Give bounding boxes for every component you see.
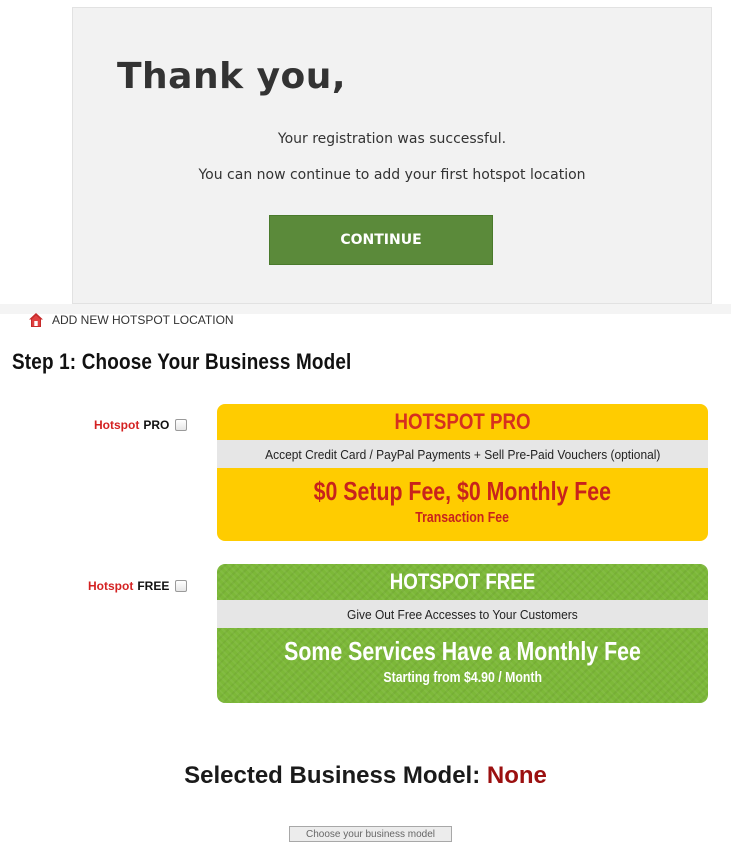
thank-you-heading: Thank you, [117,56,347,97]
free-panel-subtitle-text: Starting from $4.90 / Month [383,669,542,686]
option-free-checkbox[interactable] [175,580,188,592]
option-pro-label[interactable]: Hotspot PRO [94,418,188,432]
selected-model-label: Selected Business Model: [184,762,481,789]
step-title: Step 1: Choose Your Business Model [12,349,352,374]
option-pro-label-red: Hotspot [94,418,140,432]
pro-panel-description-text: Accept Credit Card / PayPal Payments + S… [264,446,661,462]
pro-panel-subtitle-text: Transaction Fee [415,509,510,526]
free-panel-fees-text: Some Services Have a Monthly Fee [284,636,641,666]
option-pro-checkbox[interactable] [175,419,188,431]
free-panel-description-text: Give Out Free Accesses to Your Customers [347,606,578,622]
home-icon [28,312,44,328]
selected-business-model: Selected Business Model: None [0,762,731,790]
add-hotspot-label: ADD NEW HOTSPOT LOCATION [52,313,234,327]
continue-instruction: You can now continue to add your first h… [198,167,586,183]
success-message: Your registration was successful. [277,131,507,147]
selected-model-value: None [486,762,547,789]
free-panel-subtitle: Starting from $4.90 / Month [217,669,708,686]
hotspot-free-panel[interactable]: HOTSPOT FREE Give Out Free Accesses to Y… [217,564,708,703]
pro-panel-fees: $0 Setup Fee, $0 Monthly Fee [217,476,708,507]
pro-panel-fees-text: $0 Setup Fee, $0 Monthly Fee [313,476,612,506]
option-free-label-red: Hotspot [88,579,134,593]
option-free-label[interactable]: Hotspot FREE [88,579,188,593]
hotspot-pro-panel[interactable]: HOTSPOT PRO Accept Credit Card / PayPal … [217,404,708,541]
free-panel-description: Give Out Free Accesses to Your Customers [217,600,708,628]
free-panel-fees: Some Services Have a Monthly Fee [217,636,708,667]
pro-panel-subtitle: Transaction Fee [217,509,708,526]
choose-business-model-button[interactable]: Choose your business model [289,826,452,842]
add-hotspot-header: ADD NEW HOTSPOT LOCATION [28,311,234,329]
option-pro-label-dark: PRO [143,418,170,432]
registration-success-card: Thank you, Your registration was success… [72,7,712,304]
pro-panel-description: Accept Credit Card / PayPal Payments + S… [217,440,708,468]
option-free-label-dark: FREE [137,579,170,593]
free-panel-title: HOTSPOT FREE [389,569,536,594]
continue-button[interactable]: CONTINUE [269,215,493,265]
pro-panel-title: HOTSPOT PRO [394,409,531,434]
